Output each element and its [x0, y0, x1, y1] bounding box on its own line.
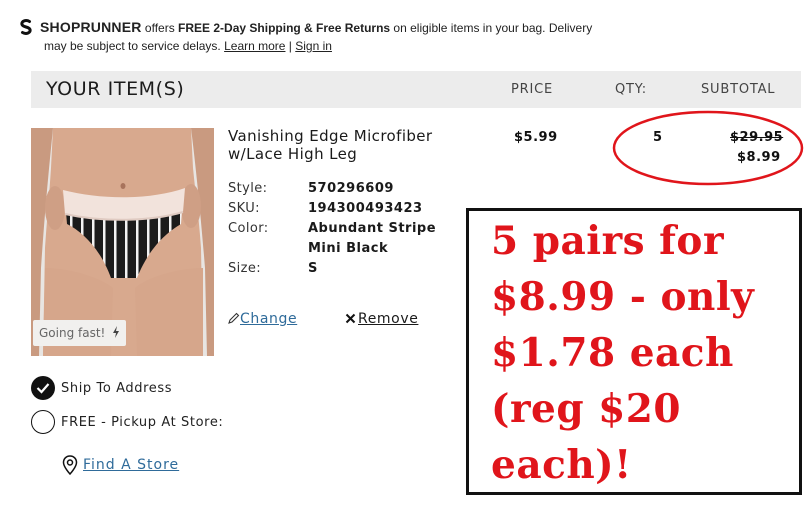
map-pin-icon — [62, 455, 78, 475]
banner-text: offers — [141, 21, 179, 35]
color-label: Color: — [228, 221, 269, 236]
product-image[interactable]: Going fast! — [31, 128, 214, 356]
price-column-header: PRICE — [511, 82, 553, 97]
sku-value: 194300493423 — [308, 201, 423, 216]
pickup-label: FREE - Pickup At Store: — [61, 414, 224, 430]
shoprunner-logo-icon — [20, 19, 32, 35]
learn-more-link[interactable]: Learn more — [224, 39, 285, 53]
qty-column-header: QTY: — [615, 82, 647, 97]
promo-annotation-box: 5 pairs for $8.99 - only $1.78 each (reg… — [466, 208, 802, 495]
lightning-icon — [113, 326, 120, 338]
style-value: 570296609 — [308, 181, 394, 196]
items-header: YOUR ITEM(S) PRICE QTY: SUBTOTAL — [31, 71, 801, 108]
color-value: Abundant Stripe Mini Black — [308, 221, 437, 256]
shoprunner-banner: SHOPRUNNER offers FREE 2-Day Shipping & … — [18, 18, 618, 55]
size-label: Size: — [228, 261, 262, 276]
banner-offer: FREE 2-Day Shipping & Free Returns — [178, 21, 391, 35]
change-button[interactable]: Change — [228, 311, 297, 327]
banner-text-2: on eligible items in your bag. Delivery — [390, 21, 593, 35]
red-circle-annotation — [612, 110, 804, 186]
find-a-store-label: Find A Store — [83, 457, 180, 473]
radio-unchecked[interactable] — [31, 410, 55, 434]
pickup-at-store-option[interactable]: FREE - Pickup At Store: — [31, 410, 223, 434]
page-title: YOUR ITEM(S) — [46, 78, 185, 100]
shoprunner-brand: SHOPRUNNER — [40, 19, 142, 35]
item-price: $5.99 — [514, 130, 558, 145]
ship-to-address-option[interactable]: Ship To Address — [31, 376, 172, 400]
going-fast-badge: Going fast! — [33, 320, 127, 346]
radio-checked[interactable] — [31, 376, 55, 400]
remove-button[interactable]: Remove — [345, 311, 418, 327]
size-value: S — [308, 261, 318, 276]
remove-label: Remove — [358, 311, 419, 327]
going-fast-label: Going fast! — [39, 326, 106, 340]
style-label: Style: — [228, 181, 268, 196]
check-icon — [36, 383, 50, 394]
product-name[interactable]: Vanishing Edge Microfiber w/Lace High Le… — [228, 127, 468, 163]
banner-text-3: may be subject to service delays. — [44, 39, 225, 53]
subtotal-column-header: SUBTOTAL — [701, 82, 776, 97]
promo-annotation-text: 5 pairs for $8.99 - only $1.78 each (reg… — [491, 218, 755, 488]
change-label: Change — [240, 311, 298, 327]
sign-in-link[interactable]: Sign in — [295, 39, 332, 53]
banner-separator: | — [285, 39, 296, 53]
sku-label: SKU: — [228, 201, 260, 216]
pencil-icon — [228, 312, 240, 324]
ship-to-address-label: Ship To Address — [61, 380, 173, 396]
close-icon — [345, 313, 356, 324]
find-a-store-link[interactable]: Find A Store — [62, 455, 179, 475]
